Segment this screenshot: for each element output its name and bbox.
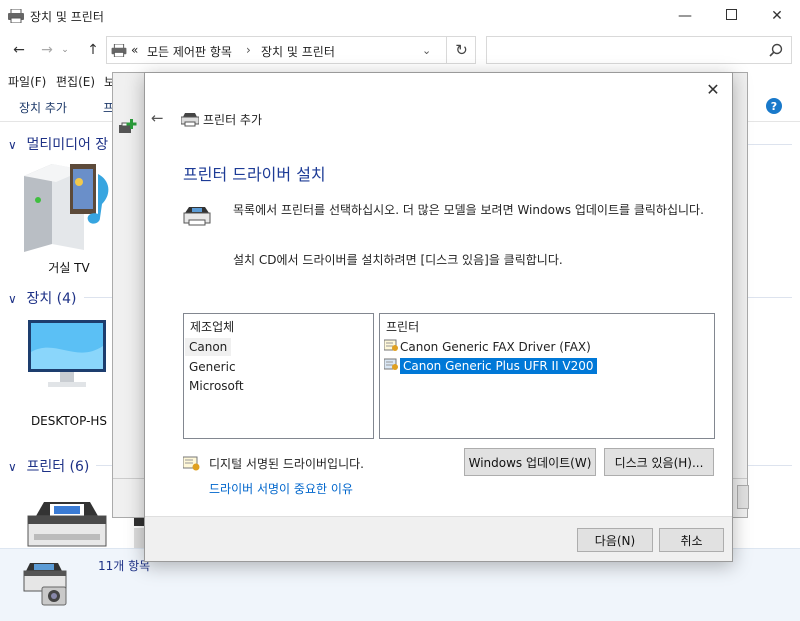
address-prefix[interactable]: « xyxy=(131,43,138,57)
printer-model-list[interactable]: 프린터 Canon Generic FAX Driver (FAX) Canon… xyxy=(379,313,715,439)
back-button[interactable]: ← xyxy=(8,40,30,60)
signed-driver-icon xyxy=(383,358,399,376)
group-divider xyxy=(96,465,112,466)
camera-printer-icon xyxy=(22,559,68,612)
device-living-tv[interactable] xyxy=(22,160,112,256)
group-multimedia-label: 멀티미디어 장 xyxy=(26,137,109,153)
printer-icon xyxy=(27,502,107,547)
group-multimedia[interactable]: ∨ 멀티미디어 장 xyxy=(8,134,108,154)
dialog-back-button[interactable]: ← xyxy=(151,109,164,127)
forward-button[interactable]: → xyxy=(36,40,58,60)
windows-update-button[interactable]: Windows 업데이트(W) xyxy=(464,448,596,476)
arrow-up-icon: ↑ xyxy=(87,42,99,58)
address-row: ← → ⌄ ↑ « 모든 제어판 항목 › 장치 및 프린터 ⌄ ↻ xyxy=(0,32,800,68)
close-icon: ✕ xyxy=(706,79,720,99)
device-label-desktop: DESKTOP-HS xyxy=(30,414,108,428)
maximize-icon xyxy=(725,8,737,24)
monitor-icon xyxy=(28,320,106,387)
printer-location-icon xyxy=(111,43,127,60)
chevron-down-icon: ∨ xyxy=(8,138,17,152)
group-devices-label: 장치 (4) xyxy=(26,291,77,307)
printer-device[interactable] xyxy=(24,500,110,548)
cancel-button[interactable]: 취소 xyxy=(659,528,724,552)
group-printers-label: 프린터 (6) xyxy=(26,459,90,475)
dialog-cd-instruction: 설치 CD에서 드라이버를 설치하려면 [디스크 있음]을 클릭합니다. xyxy=(233,253,563,267)
device-desktop[interactable] xyxy=(26,318,110,402)
window-title-bar: 장치 및 프린터 — ✕ xyxy=(0,0,800,32)
item-count: 11개 항목 xyxy=(98,559,151,573)
maximize-button[interactable] xyxy=(708,0,754,32)
minimize-button[interactable]: — xyxy=(662,0,708,32)
refresh-icon: ↻ xyxy=(455,41,468,59)
signed-driver-icon xyxy=(383,339,399,357)
printer-model-name: Canon Generic FAX Driver (FAX) xyxy=(400,340,591,354)
group-devices[interactable]: ∨ 장치 (4) xyxy=(8,288,77,308)
address-dropdown-icon[interactable]: ⌄ xyxy=(422,44,431,57)
add-device-command[interactable]: 장치 추가 xyxy=(19,99,67,116)
arrow-left-icon: ← xyxy=(151,109,164,127)
dialog-heading: 프린터 드라이버 설치 xyxy=(183,165,326,184)
manufacturer-item[interactable]: Microsoft xyxy=(189,377,244,395)
menu-file[interactable]: 파일(F) xyxy=(8,73,46,90)
printer-icon xyxy=(134,516,144,548)
add-device-icon xyxy=(119,119,137,138)
driver-signing-link[interactable]: 드라이버 서명이 중요한 이유 xyxy=(209,480,353,497)
printer-model-item-selected[interactable]: Canon Generic Plus UFR II V200 xyxy=(383,357,598,376)
printer-icon xyxy=(183,205,211,230)
printer-device-2[interactable] xyxy=(134,516,144,548)
window-title: 장치 및 프린터 xyxy=(30,10,104,24)
manufacturer-item[interactable]: Generic xyxy=(189,358,236,376)
dialog-instruction: 목록에서 프린터를 선택하십시오. 더 많은 모델을 보려면 Windows 업… xyxy=(233,203,704,217)
up-button[interactable]: ↑ xyxy=(82,40,104,60)
printer-model-name: Canon Generic Plus UFR II V200 xyxy=(399,357,598,375)
arrow-right-icon: → xyxy=(41,42,53,58)
next-button[interactable]: 다음(N) xyxy=(577,528,653,552)
breadcrumb-control-panel[interactable]: 모든 제어판 항목 xyxy=(147,43,232,60)
signed-driver-icon xyxy=(182,456,200,474)
printer-app-icon xyxy=(8,8,24,24)
help-icon[interactable]: ? xyxy=(766,98,782,114)
manufacturer-list[interactable]: 제조업체 Canon Generic Microsoft xyxy=(183,313,374,439)
menu-edit[interactable]: 편집(E) xyxy=(56,73,95,90)
device-label-living-tv: 거실 TV xyxy=(48,261,90,275)
chevron-down-icon: ∨ xyxy=(8,292,17,306)
group-printers[interactable]: ∨ 프린터 (6) xyxy=(8,456,89,476)
breadcrumb-devices-printers[interactable]: 장치 및 프린터 xyxy=(261,43,335,60)
dialog-title: 프린터 추가 xyxy=(203,113,263,127)
address-bar[interactable]: « 모든 제어판 항목 › 장치 및 프린터 ⌄ xyxy=(106,36,476,64)
chevron-down-icon: ⌄ xyxy=(61,45,69,55)
chevron-down-icon: ∨ xyxy=(8,460,17,474)
recent-locations-button[interactable]: ⌄ xyxy=(58,40,72,60)
breadcrumb-separator: › xyxy=(246,43,251,57)
have-disk-button[interactable]: 디스크 있음(H)... xyxy=(604,448,714,476)
group-divider xyxy=(84,297,112,298)
background-button xyxy=(737,485,749,509)
search-input[interactable] xyxy=(486,36,792,64)
media-server-icon xyxy=(24,164,109,252)
refresh-button[interactable]: ↻ xyxy=(446,36,476,64)
printer-model-item[interactable]: Canon Generic FAX Driver (FAX) xyxy=(383,338,591,357)
close-window-button[interactable]: ✕ xyxy=(754,0,800,32)
add-printer-dialog: ✕ ← 프린터 추가 프린터 드라이버 설치 목록에서 프린터를 선택하십시오.… xyxy=(144,72,733,562)
printer-icon xyxy=(180,113,200,130)
manufacturer-item[interactable]: Canon xyxy=(185,338,232,356)
signed-driver-text: 디지털 서명된 드라이버입니다. xyxy=(209,457,364,471)
manufacturer-list-header: 제조업체 xyxy=(190,320,235,334)
close-icon: ✕ xyxy=(771,8,783,24)
dialog-footer: 다음(N) 취소 xyxy=(145,516,732,561)
printer-list-header: 프린터 xyxy=(386,320,420,334)
minimize-icon: — xyxy=(678,8,692,24)
dialog-close-button[interactable]: ✕ xyxy=(702,79,724,99)
search-icon xyxy=(769,43,783,60)
arrow-left-icon: ← xyxy=(13,42,25,58)
